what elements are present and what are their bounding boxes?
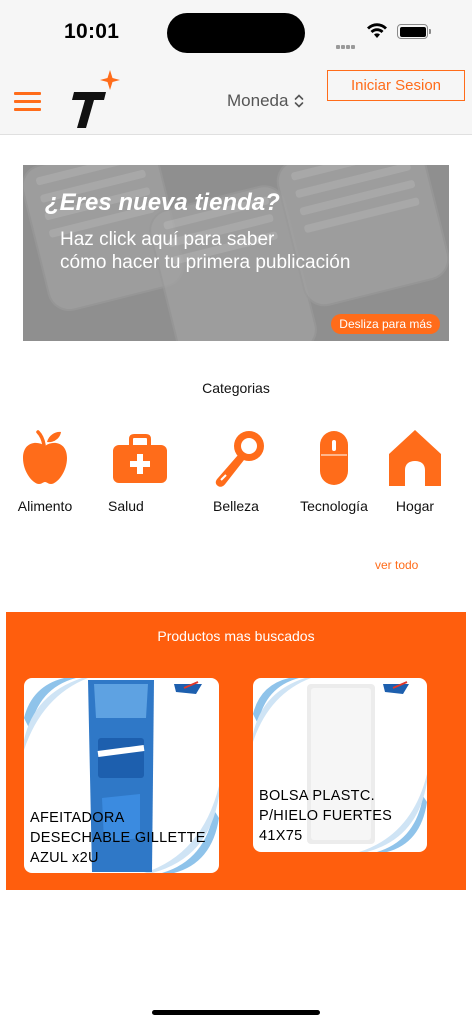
category-salud[interactable]: Salud xyxy=(100,428,180,514)
banner-title: ¿Eres nueva tienda? xyxy=(45,189,280,216)
battery-icon xyxy=(397,24,431,39)
category-label: Hogar xyxy=(395,498,435,514)
currency-label: Moneda xyxy=(227,91,289,110)
products-title: Productos mas buscados xyxy=(157,628,315,644)
home-indicator[interactable] xyxy=(152,1010,320,1015)
status-time: 10:01 xyxy=(64,20,120,43)
dynamic-island xyxy=(167,13,305,53)
chevron-up-down-icon xyxy=(295,94,304,108)
category-tecnologia[interactable]: Tecnología xyxy=(294,428,374,514)
currency-selector[interactable]: Moneda xyxy=(227,91,304,111)
top-products-section: Productos mas buscados AFEITADORA DESECH… xyxy=(6,612,466,890)
category-belleza[interactable]: Belleza xyxy=(196,428,276,514)
category-label: Belleza xyxy=(213,498,259,514)
cellular-signal-icon xyxy=(336,36,356,54)
apple-icon xyxy=(23,430,67,484)
see-all-categories-link[interactable]: ver todo xyxy=(375,558,418,572)
house-icon xyxy=(389,430,441,486)
banner-text-line: cómo hacer tu primera publicación xyxy=(60,252,351,273)
new-store-banner[interactable]: ¿Eres nueva tienda? Haz click aquí para … xyxy=(23,165,449,341)
product-name: BOLSA PLASTC. P/HIELO FUERTES 41X75 xyxy=(259,786,392,846)
app-header: Moneda Iniciar Sesion xyxy=(0,62,472,135)
swipe-more-pill[interactable]: Desliza para más xyxy=(331,314,440,334)
product-name-line: P/HIELO FUERTES xyxy=(259,808,393,824)
category-label: Salud xyxy=(108,498,144,514)
categories-title: Categorias xyxy=(202,380,270,396)
product-name-line: BOLSA PLASTC. xyxy=(259,788,375,804)
product-name-line: AZUL x2U xyxy=(30,850,99,866)
product-name-line: AFEITADORA xyxy=(30,810,125,826)
banner-text-line: Haz click aquí para saber xyxy=(60,229,275,250)
product-name-line: DESECHABLE GILLETTE xyxy=(30,830,206,846)
hair-dryer-icon xyxy=(215,431,264,487)
category-hogar[interactable]: Hogar xyxy=(375,428,455,514)
hamburger-menu-icon[interactable] xyxy=(14,92,41,111)
product-card[interactable]: BOLSA PLASTC. P/HIELO FUERTES 41X75 xyxy=(253,678,427,852)
medical-kit-icon xyxy=(113,434,167,483)
login-button[interactable]: Iniciar Sesion xyxy=(327,70,465,101)
status-bar: 10:01 xyxy=(0,0,472,62)
product-card[interactable]: AFEITADORA DESECHABLE GILLETTE AZUL x2U xyxy=(24,678,219,873)
app-logo[interactable] xyxy=(68,70,124,130)
category-label: Tecnología xyxy=(300,498,368,514)
product-name: AFEITADORA DESECHABLE GILLETTE AZUL x2U xyxy=(30,808,206,868)
product-name-line: 41X75 xyxy=(259,828,303,844)
app-screen: 10:01 Moneda Iniciar Sesion ¿Eres nueva … xyxy=(0,0,472,1024)
category-alimento[interactable]: Alimento xyxy=(5,428,85,514)
mouse-icon xyxy=(320,431,348,485)
category-label: Alimento xyxy=(17,498,73,514)
wifi-icon xyxy=(367,23,387,38)
